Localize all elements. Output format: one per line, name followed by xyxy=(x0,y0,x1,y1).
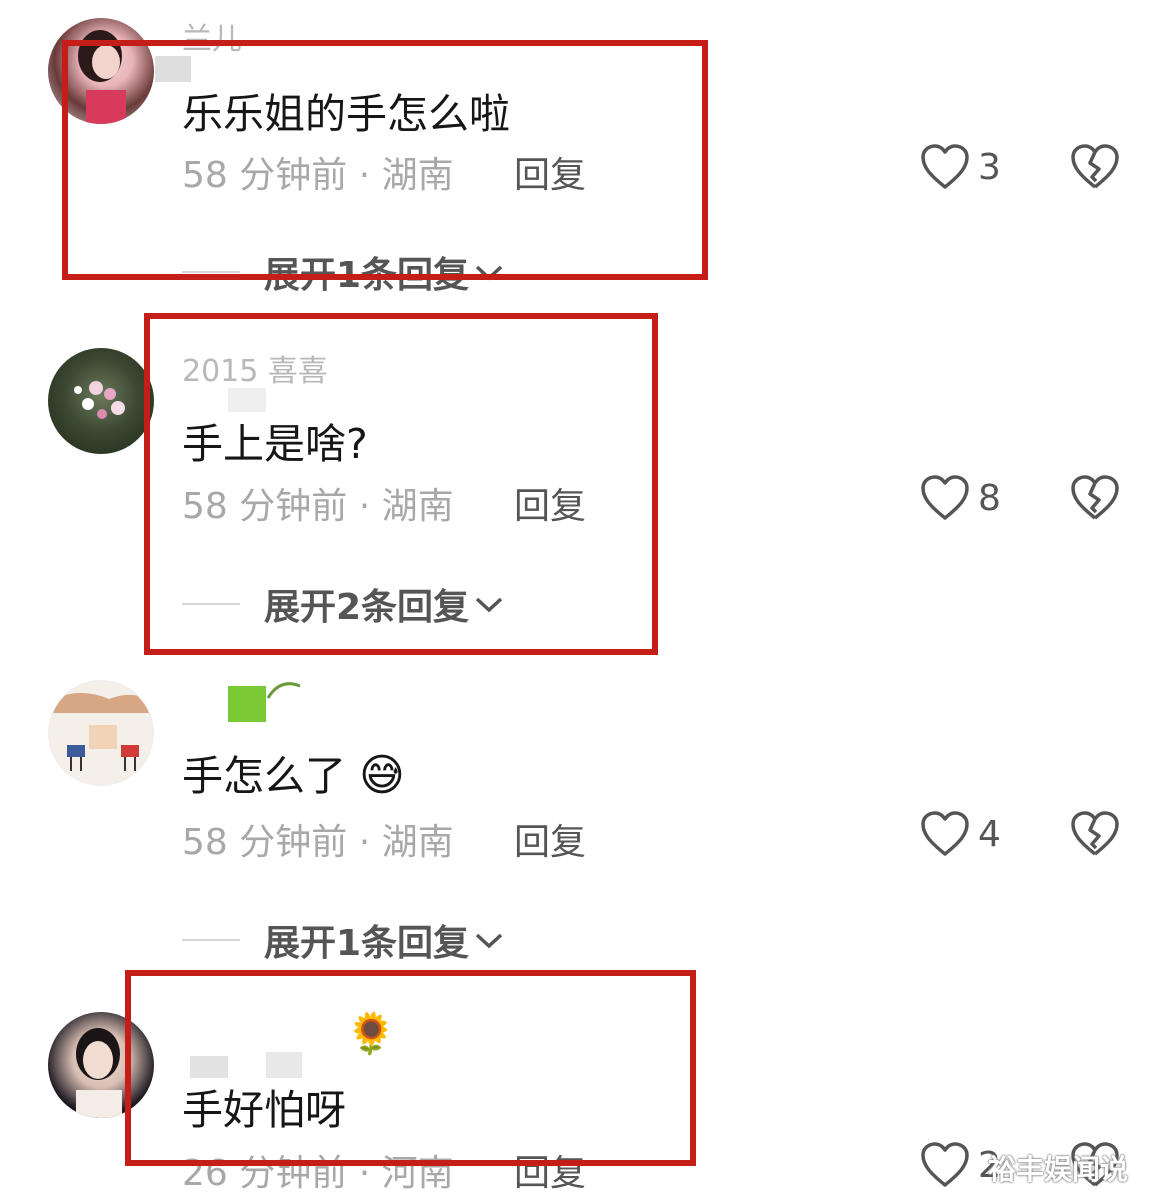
reply-button[interactable]: 回复 xyxy=(514,146,586,198)
avatar[interactable] xyxy=(48,18,154,124)
comment-time: 58 分钟前 xyxy=(182,486,348,527)
broken-heart-icon xyxy=(1071,144,1119,189)
like-button[interactable]: 3 xyxy=(920,143,1001,191)
comment-location: 河南 xyxy=(381,1153,454,1194)
username-mask xyxy=(266,1052,302,1078)
broken-heart-icon xyxy=(1071,811,1119,856)
avatar[interactable] xyxy=(48,348,154,454)
like-button[interactable]: 8 xyxy=(920,474,1001,522)
chevron-down-icon xyxy=(475,597,503,613)
meta-separator: · xyxy=(347,822,382,863)
comment-meta: 26 分钟前 · 河南 xyxy=(182,1144,454,1196)
meta-separator: · xyxy=(347,1153,382,1194)
expand-replies-label: 展开1条回复 xyxy=(264,923,470,964)
username[interactable]: 兰儿 xyxy=(182,14,242,58)
chevron-down-icon xyxy=(475,933,503,949)
dislike-button[interactable] xyxy=(1070,810,1120,862)
expand-replies-label: 展开1条回复 xyxy=(264,255,470,296)
dislike-button[interactable] xyxy=(1070,143,1120,195)
like-button[interactable]: 4 xyxy=(920,810,1001,858)
divider xyxy=(182,603,240,605)
divider xyxy=(182,271,240,273)
sunflower-emoji-icon: 🌻 xyxy=(346,1011,396,1057)
comment-text: 手怎么了 😅 xyxy=(182,742,405,802)
like-count: 3 xyxy=(978,146,1001,188)
comment-text: 手好怕呀 xyxy=(182,1086,346,1134)
reply-button[interactable]: 回复 xyxy=(514,477,586,529)
broken-heart-icon xyxy=(1071,475,1119,520)
heart-outline-icon xyxy=(921,144,969,189)
comment-meta: 58 分钟前 · 湖南 xyxy=(182,813,454,865)
comment-meta: 58 分钟前 · 湖南 xyxy=(182,146,454,198)
comment-text: 手上是啥? xyxy=(182,420,368,468)
avatar-image xyxy=(76,1028,122,1118)
comment-location: 湖南 xyxy=(381,486,454,527)
comment-text: 乐乐姐的手怎么啦 xyxy=(182,90,510,138)
expand-replies-label: 展开2条回复 xyxy=(264,587,470,628)
avatar-image xyxy=(74,381,125,419)
comment-location: 湖南 xyxy=(381,155,454,196)
username[interactable]: 2015 喜喜 xyxy=(182,346,328,390)
like-count: 4 xyxy=(978,813,1001,855)
heart-outline-icon xyxy=(921,475,969,520)
meta-separator: · xyxy=(347,155,382,196)
heart-outline-icon xyxy=(921,1142,969,1187)
comment-meta: 58 分钟前 · 湖南 xyxy=(182,477,454,529)
comment-time: 58 分钟前 xyxy=(182,822,348,863)
chevron-down-icon xyxy=(475,265,503,281)
expand-replies[interactable]: 展开1条回复 xyxy=(182,246,505,298)
watermark: 裕丰娱闻说 xyxy=(988,1153,1129,1186)
grinning-sweat-emoji-icon: 😅 xyxy=(359,750,405,801)
reply-button[interactable]: 回复 xyxy=(514,1144,586,1196)
expand-replies[interactable]: 展开1条回复 xyxy=(182,914,505,966)
meta-separator: · xyxy=(347,486,382,527)
username-mask xyxy=(228,686,266,722)
comment-time: 26 分钟前 xyxy=(182,1153,348,1194)
username-mask xyxy=(190,1056,228,1078)
avatar-image xyxy=(78,30,126,124)
avatar[interactable] xyxy=(48,680,154,786)
divider xyxy=(182,939,240,941)
reply-button[interactable]: 回复 xyxy=(514,813,586,865)
username-mask xyxy=(155,56,191,82)
avatar-image xyxy=(49,692,153,771)
comment-text-content: 手怎么了 xyxy=(182,752,346,800)
like-count: 8 xyxy=(978,477,1001,519)
comment-location: 湖南 xyxy=(381,822,454,863)
avatar[interactable] xyxy=(48,1012,154,1118)
comment-time: 58 分钟前 xyxy=(182,155,348,196)
heart-outline-icon xyxy=(921,811,969,856)
dislike-button[interactable] xyxy=(1070,474,1120,526)
expand-replies[interactable]: 展开2条回复 xyxy=(182,578,505,630)
leaf-icon xyxy=(266,682,301,699)
username-mask xyxy=(228,388,266,412)
